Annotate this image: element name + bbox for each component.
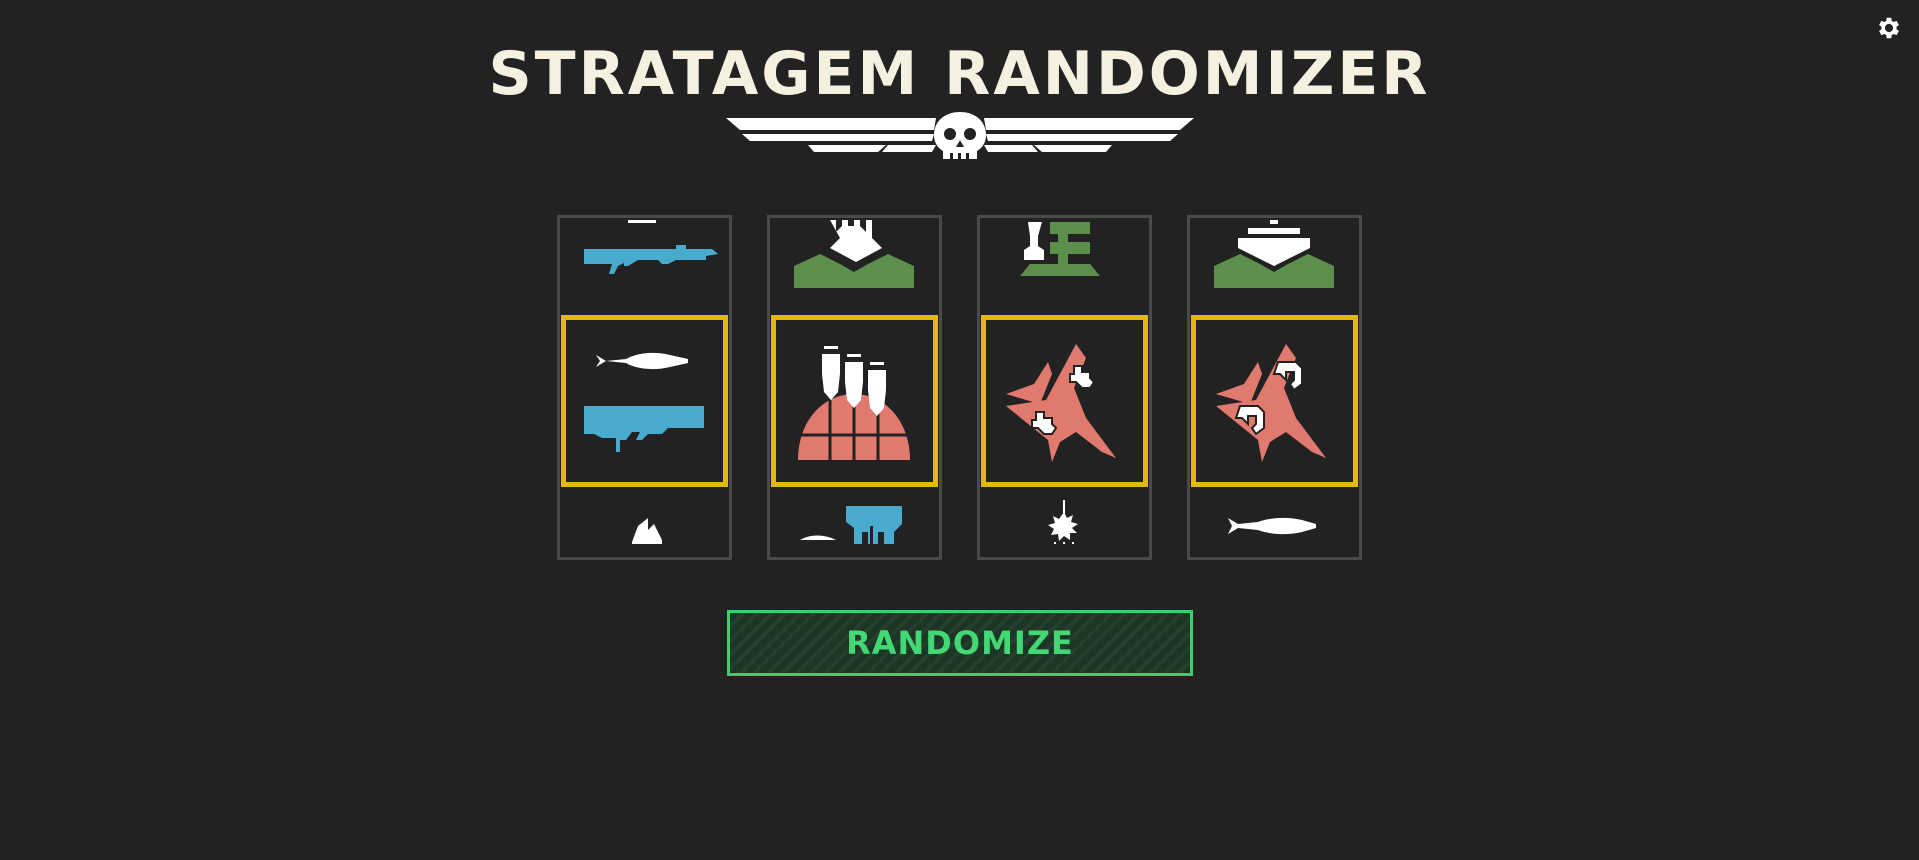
skull-wings-emblem bbox=[726, 110, 1194, 162]
turret-icon bbox=[980, 218, 1149, 313]
stratagem-reel-1 bbox=[557, 215, 732, 560]
stratagem-reel-2 bbox=[767, 215, 942, 560]
orbital-laser-icon bbox=[980, 498, 1149, 557]
backpack-icon bbox=[770, 498, 939, 557]
randomize-button[interactable]: RANDOMIZE bbox=[727, 610, 1193, 676]
bunker-icon bbox=[770, 218, 939, 313]
rifle-icon bbox=[560, 218, 729, 313]
recoilless-rifle-icon bbox=[561, 315, 728, 487]
orbital-barrage-icon bbox=[771, 315, 938, 487]
page-title: STRATAGEM RANDOMIZER bbox=[488, 39, 1431, 109]
settings-button[interactable] bbox=[1875, 14, 1903, 42]
stratagem-reel-4 bbox=[1187, 215, 1362, 560]
missile-icon bbox=[1190, 498, 1359, 557]
shield-emplacement-icon bbox=[1190, 218, 1359, 313]
eagle-rearm-icon bbox=[1191, 315, 1358, 487]
gear-icon bbox=[1879, 17, 1899, 39]
stratagem-reel-3 bbox=[977, 215, 1152, 560]
eagle-strike-icon bbox=[981, 315, 1148, 487]
flame-icon bbox=[560, 498, 729, 557]
